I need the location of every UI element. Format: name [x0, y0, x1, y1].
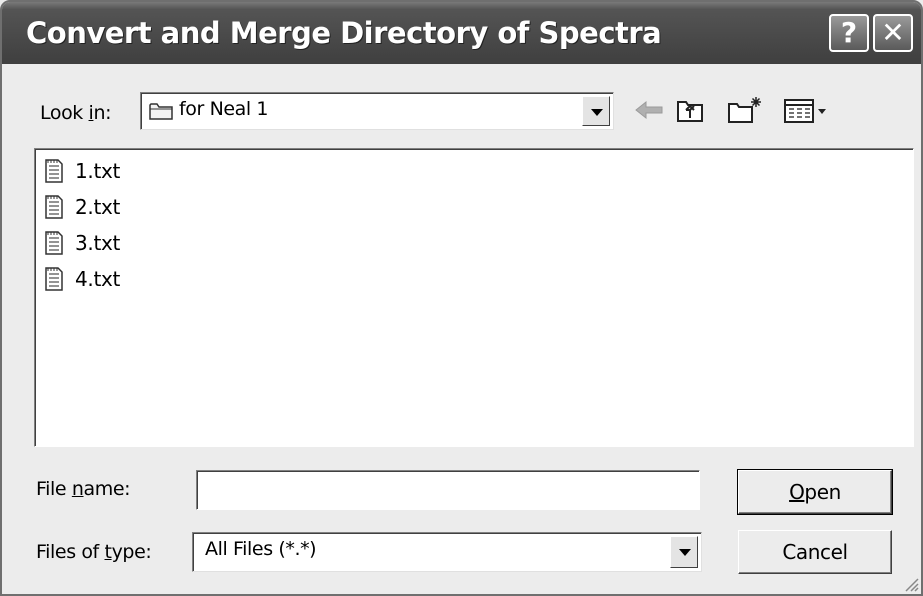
- file-name: 4.txt: [75, 267, 121, 291]
- help-button[interactable]: ?: [829, 14, 869, 52]
- file-item-1[interactable]: 1.txt: [43, 155, 120, 187]
- text-file-icon: [45, 267, 63, 291]
- new-folder-icon[interactable]: [726, 94, 766, 126]
- file-open-dialog: Convert and Merge Directory of Spectra ?…: [0, 0, 923, 596]
- dialog-title: Convert and Merge Directory of Spectra: [26, 16, 662, 50]
- file-type-value: All Files (*.*): [205, 538, 317, 560]
- look-in-value: for Neal 1: [179, 98, 269, 120]
- file-item-3[interactable]: 3.txt: [43, 227, 120, 259]
- folder-icon: [149, 103, 173, 120]
- view-menu-icon[interactable]: [782, 94, 830, 126]
- look-in-label: Look in:: [40, 102, 112, 124]
- file-name-input[interactable]: [196, 470, 700, 510]
- close-icon: ✕: [881, 16, 905, 49]
- title-bar[interactable]: Convert and Merge Directory of Spectra ?…: [2, 2, 921, 64]
- text-file-icon: [45, 231, 63, 255]
- close-button[interactable]: ✕: [873, 14, 913, 52]
- resize-grip-icon[interactable]: [901, 574, 919, 592]
- look-in-dropdown[interactable]: for Neal 1: [140, 92, 614, 130]
- chevron-down-icon[interactable]: [670, 536, 698, 568]
- file-name: 3.txt: [75, 231, 121, 255]
- help-icon: ?: [840, 16, 858, 49]
- open-button[interactable]: Open: [737, 469, 893, 515]
- cancel-button[interactable]: Cancel: [738, 530, 892, 574]
- file-name: 1.txt: [75, 159, 121, 183]
- file-item-2[interactable]: 2.txt: [43, 191, 120, 223]
- file-name: 2.txt: [75, 195, 121, 219]
- up-folder-icon[interactable]: [674, 94, 708, 126]
- back-arrow-icon[interactable]: [632, 94, 666, 126]
- chevron-down-icon[interactable]: [582, 96, 610, 126]
- file-name-label: File name:: [36, 478, 131, 500]
- file-item-4[interactable]: 4.txt: [43, 263, 120, 295]
- text-file-icon: [45, 195, 63, 219]
- file-list[interactable]: 1.txt 2.txt 3.txt 4.txt: [34, 148, 914, 447]
- file-type-label: Files of type:: [36, 541, 152, 563]
- file-type-dropdown[interactable]: All Files (*.*): [192, 532, 702, 572]
- text-file-icon: [45, 159, 63, 183]
